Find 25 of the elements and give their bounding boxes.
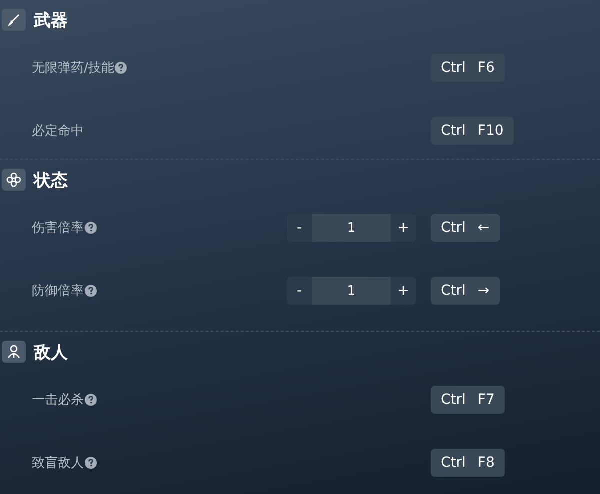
option-label: 无限弹药/技能 (32, 60, 114, 77)
value-field[interactable]: 1 (312, 277, 391, 305)
section-title: 状态 (34, 170, 68, 192)
help-icon[interactable] (115, 62, 128, 74)
hotkey-button[interactable]: Ctrl ← (431, 214, 500, 242)
clover-icon (2, 169, 26, 191)
help-icon[interactable] (85, 285, 97, 297)
help-icon[interactable] (85, 457, 97, 469)
hotkey-button[interactable]: Ctrl F6 (431, 54, 505, 82)
hotkey-button[interactable]: Ctrl → (431, 277, 500, 305)
option-label: 伤害倍率 (32, 220, 84, 237)
help-icon[interactable] (85, 394, 97, 406)
option-label: 致盲敌人 (32, 455, 84, 472)
option-label: 必定命中 (32, 123, 84, 140)
option-label: 一击必杀 (32, 392, 84, 409)
option-label: 防御倍率 (32, 283, 84, 300)
hotkey-button[interactable]: Ctrl F7 (431, 386, 505, 414)
section-title: 武器 (34, 10, 68, 32)
value-field[interactable]: 1 (312, 214, 391, 242)
section-title: 敌人 (34, 342, 68, 364)
person-icon (2, 341, 26, 363)
brush-icon (2, 9, 26, 31)
help-icon[interactable] (85, 222, 97, 234)
hotkey-button[interactable]: Ctrl F8 (431, 449, 505, 477)
hotkey-button[interactable]: Ctrl F10 (431, 117, 514, 145)
